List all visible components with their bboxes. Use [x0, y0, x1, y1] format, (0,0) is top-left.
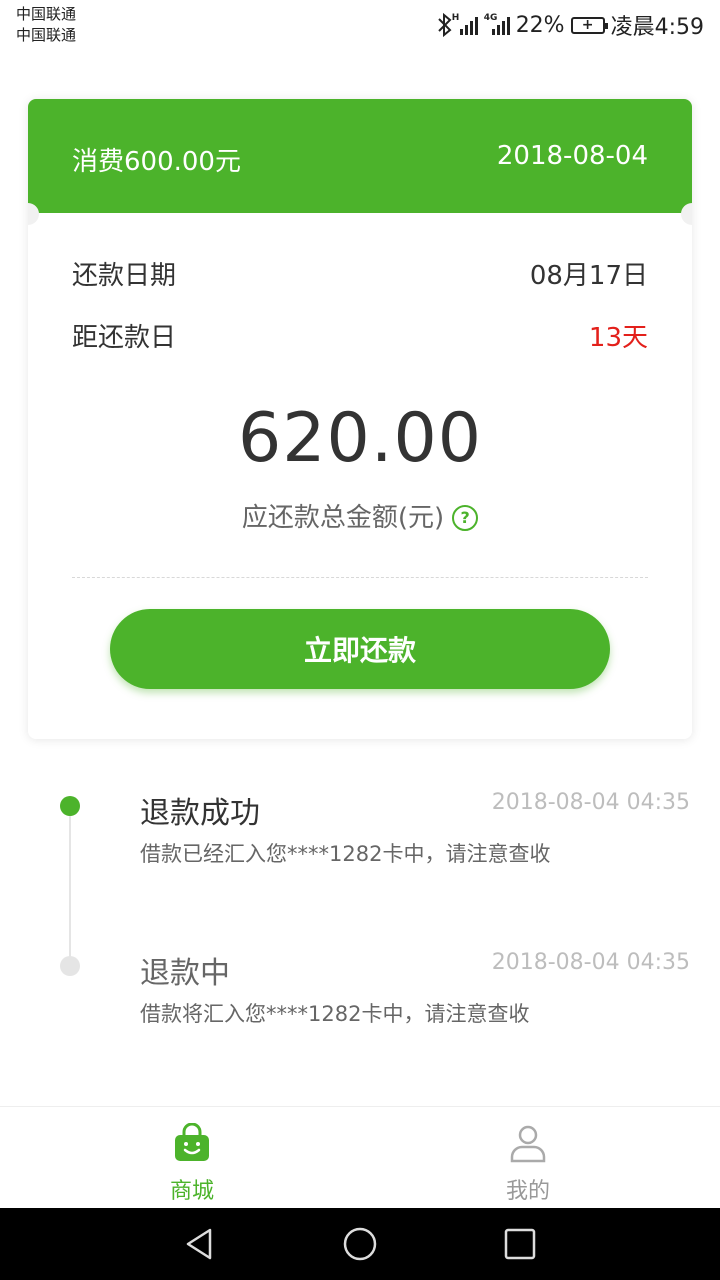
total-amount-caption: 应还款总金额(元)? — [28, 497, 692, 534]
days-left-label: 距还款日 — [72, 323, 177, 353]
timeline-desc: 借款将汇入您****1282卡中，请注意查收 — [140, 1002, 530, 1026]
user-icon — [510, 1125, 546, 1163]
days-left-value: 13天 — [588, 323, 648, 353]
signal-icon-1: H — [452, 13, 478, 35]
repay-date-label: 还款日期 — [72, 261, 177, 291]
repay-date-row: 还款日期 08月17日 — [72, 255, 648, 292]
timeline-time: 2018-08-04 04:35 — [491, 950, 690, 975]
timeline-title: 退款成功 — [140, 796, 260, 831]
total-amount-label: 应还款总金额(元) — [241, 503, 445, 533]
ticket-notch-right — [681, 203, 692, 225]
tab-shop-label: 商城 — [169, 1179, 214, 1204]
tab-mine-label: 我的 — [505, 1179, 550, 1204]
battery-icon: + — [570, 16, 608, 34]
status-bar: 中国联通 中国联通 H 4G 22% + 凌晨4:59 — [0, 0, 720, 50]
tab-shop[interactable]: 商城 — [92, 1107, 292, 1209]
timeline-line — [69, 806, 71, 966]
clock: 凌晨4:59 — [610, 15, 704, 40]
dashed-divider — [72, 577, 648, 578]
status-icons: H 4G 22% + 凌晨4:59 — [436, 10, 704, 40]
repayment-card: 消费600.00元 2018-08-04 还款日期 08月17日 距还款日 13… — [28, 99, 692, 739]
tab-mine[interactable]: 我的 — [428, 1107, 628, 1209]
back-icon[interactable] — [182, 1226, 218, 1262]
system-nav-bar — [0, 1208, 720, 1280]
card-header: 消费600.00元 2018-08-04 — [28, 99, 692, 213]
days-left-row: 距还款日 13天 — [72, 317, 648, 354]
bottom-tab-bar: 商城 我的 — [0, 1106, 720, 1209]
timeline-time: 2018-08-04 04:35 — [491, 790, 690, 815]
battery-percent: 22% — [515, 12, 565, 38]
consumption-amount: 消费600.00元 — [72, 147, 241, 177]
carrier-label-1: 中国联通 — [16, 5, 77, 23]
total-amount: 620.00 — [238, 399, 482, 478]
timeline-title: 退款中 — [140, 956, 230, 991]
shopping-bag-icon — [175, 1123, 209, 1161]
consumption-date: 2018-08-04 — [496, 141, 648, 171]
home-icon[interactable] — [342, 1226, 378, 1262]
timeline-desc: 借款已经汇入您****1282卡中，请注意查收 — [140, 842, 551, 866]
recents-icon[interactable] — [502, 1226, 538, 1262]
timeline-dot-inactive — [60, 956, 80, 976]
help-icon[interactable]: ? — [452, 505, 479, 531]
carrier-label-2: 中国联通 — [16, 26, 77, 44]
repay-date-value: 08月17日 — [529, 261, 648, 291]
timeline-dot-active — [60, 796, 80, 816]
repay-now-button[interactable]: 立即还款 — [110, 609, 610, 689]
signal-icon-2: 4G — [484, 13, 510, 35]
